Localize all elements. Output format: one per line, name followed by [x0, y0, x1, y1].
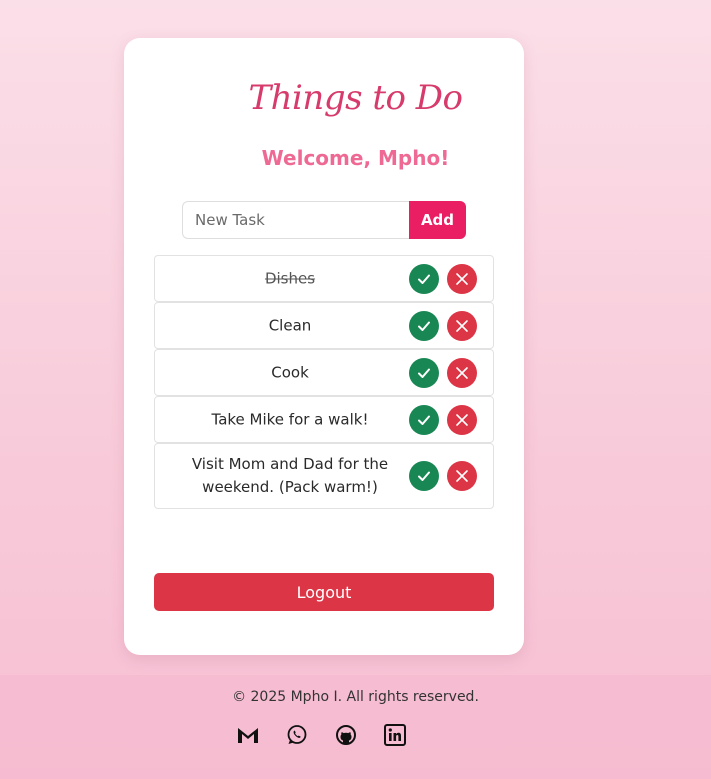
new-task-input[interactable] [182, 201, 410, 239]
checkmark-icon [418, 274, 430, 284]
delete-task-button[interactable] [447, 310, 477, 341]
task-item: Dishes [154, 255, 494, 302]
close-icon [456, 366, 468, 379]
delete-task-button[interactable] [447, 357, 477, 388]
delete-task-button[interactable] [447, 461, 477, 491]
footer: © 2025 Mpho I. All rights reserved. [0, 675, 711, 779]
welcome-message: Welcome, Mpho! [261, 146, 450, 170]
task-item: Take Mike for a walk! [154, 396, 494, 443]
close-icon [456, 413, 468, 426]
logout-button[interactable]: Logout [154, 573, 494, 611]
checkmark-icon [418, 321, 430, 331]
checkmark-icon [418, 368, 430, 378]
close-icon [456, 470, 468, 482]
task-item: Clean [154, 302, 494, 349]
github-icon[interactable] [334, 723, 358, 747]
complete-task-button[interactable] [409, 310, 439, 341]
copyright-text: © 2025 Mpho I. All rights reserved. [232, 689, 479, 705]
complete-task-button[interactable] [409, 404, 439, 435]
complete-task-button[interactable] [409, 357, 439, 388]
complete-task-button[interactable] [409, 461, 439, 491]
task-text: Visit Mom and Dad for the weekend. (Pack… [191, 455, 389, 496]
complete-task-button[interactable] [409, 263, 439, 294]
gmail-icon[interactable] [236, 723, 260, 747]
close-icon [456, 319, 468, 332]
task-text: Dishes [264, 269, 316, 287]
checkmark-icon [418, 471, 430, 481]
task-item: Cook [154, 349, 494, 396]
linkedin-icon[interactable] [383, 723, 407, 747]
add-task-button[interactable]: Add [409, 201, 466, 239]
app-title: Things to Do [248, 78, 463, 118]
close-icon [456, 272, 468, 285]
whatsapp-icon[interactable] [285, 723, 309, 747]
task-text: Take Mike for a walk! [211, 410, 369, 428]
task-text: Clean [268, 316, 312, 334]
task-text: Cook [271, 363, 309, 381]
task-item: Visit Mom and Dad for the weekend. (Pack… [154, 443, 494, 509]
delete-task-button[interactable] [447, 404, 477, 435]
delete-task-button[interactable] [447, 263, 477, 294]
checkmark-icon [418, 415, 430, 425]
